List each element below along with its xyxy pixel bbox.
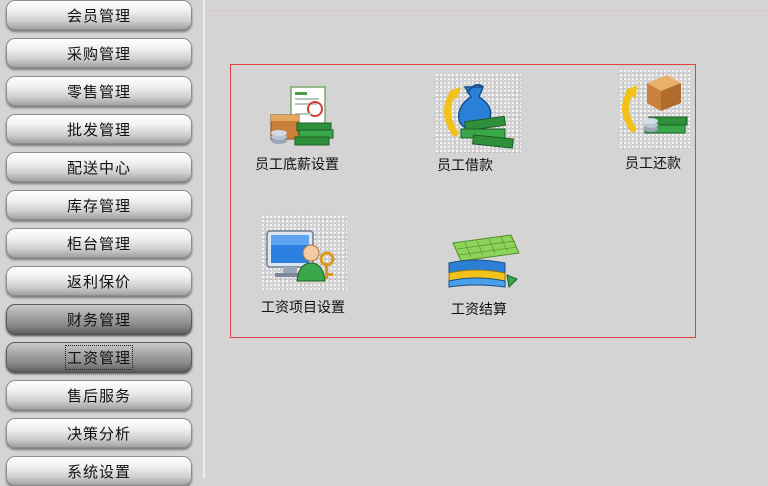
sidebar-item-label: 采购管理 (66, 44, 131, 63)
tile-employee-loan[interactable]: 员工借款 (427, 71, 527, 175)
sidebar-item-label: 售后服务 (66, 386, 131, 405)
tile-label: 工资项目设置 (261, 300, 345, 316)
sidebar-item-label: 工资管理 (64, 344, 134, 370)
tile-employee-repayment[interactable]: 员工还款 (615, 69, 695, 173)
ledger-books-icon (445, 229, 525, 291)
box-repay-money-icon (619, 69, 691, 149)
sidebar-item-analysis[interactable]: 决策分析 (6, 418, 192, 448)
tile-label: 员工还款 (625, 156, 681, 172)
sidebar-item-counter[interactable]: 柜台管理 (6, 228, 192, 258)
sidebar-item-label: 柜台管理 (66, 234, 131, 253)
sidebar-item-label: 系统设置 (66, 462, 131, 481)
salary-document-money-icon (267, 83, 337, 151)
payroll-panel: 员工底薪设置 员工借款 员工还款 工资项目设置 工资结算 (230, 64, 696, 338)
sidebar-item-after-sales[interactable]: 售后服务 (6, 380, 192, 410)
sidebar-item-label: 批发管理 (66, 120, 131, 139)
tile-payroll-item-settings[interactable]: 工资项目设置 (259, 215, 359, 317)
sidebar-item-label: 零售管理 (66, 82, 131, 101)
sidebar-item-distribution[interactable]: 配送中心 (6, 152, 192, 182)
sidebar-item-label: 库存管理 (66, 196, 131, 215)
sidebar-item-payroll[interactable]: 工资管理 (6, 342, 192, 372)
tile-label: 工资结算 (451, 302, 507, 318)
sidebar-item-retail[interactable]: 零售管理 (6, 76, 192, 106)
sidebar-item-inventory[interactable]: 库存管理 (6, 190, 192, 220)
sidebar-item-label: 返利保价 (66, 272, 131, 291)
tile-label: 员工底薪设置 (255, 157, 339, 173)
tile-payroll-settlement[interactable]: 工资结算 (439, 229, 539, 319)
sidebar-item-rebate[interactable]: 返利保价 (6, 266, 192, 296)
sidebar-item-purchase[interactable]: 采购管理 (6, 38, 192, 68)
monitor-user-key-icon (261, 215, 347, 291)
sidebar-item-settings[interactable]: 系统设置 (6, 456, 192, 486)
sidebar-item-wholesale[interactable]: 批发管理 (6, 114, 192, 144)
top-divider (206, 10, 768, 11)
money-bag-loan-icon (435, 73, 521, 153)
tile-base-salary-settings[interactable]: 员工底薪设置 (253, 83, 353, 175)
tile-label: 员工借款 (437, 158, 493, 174)
sidebar: 会员管理 采购管理 零售管理 批发管理 配送中心 库存管理 柜台管理 返利保价 … (0, 0, 205, 486)
sidebar-item-label: 决策分析 (66, 424, 131, 443)
sidebar-item-label: 财务管理 (66, 310, 131, 329)
sidebar-item-label: 会员管理 (66, 6, 131, 25)
sidebar-item-member[interactable]: 会员管理 (6, 0, 192, 30)
sidebar-divider (203, 0, 205, 478)
sidebar-item-label: 配送中心 (66, 158, 131, 177)
sidebar-item-finance[interactable]: 财务管理 (6, 304, 192, 334)
